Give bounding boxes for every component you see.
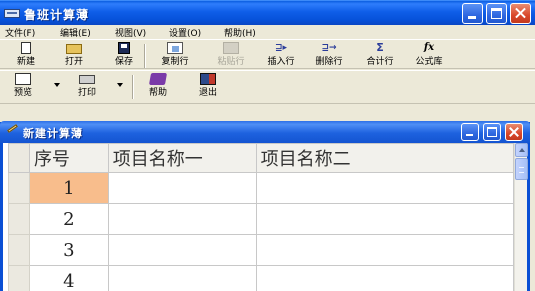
scroll-thumb[interactable] — [515, 158, 528, 180]
grid-cell[interactable] — [107, 203, 257, 235]
new-document-icon — [21, 42, 31, 54]
delete-row-icon: ⊒→ — [321, 43, 337, 53]
header-row: 序号 项目名称一 项目名称二 — [8, 143, 514, 173]
formula-library-label: 公式库 — [415, 57, 443, 67]
column-header[interactable]: 项目名称一 — [107, 143, 257, 173]
fx-icon: fx — [423, 42, 435, 53]
row-header[interactable] — [8, 172, 30, 204]
grid-cell[interactable] — [255, 203, 514, 235]
exit-label: 退出 — [198, 88, 217, 98]
menu-file[interactable]: 文件(F) — [5, 26, 35, 39]
menu-help[interactable]: 帮助(H) — [224, 26, 256, 39]
main-toolbar: 新建 打开 保存 复制行 粘贴行 ⊒▸ 插入行 ⊒→ 删除行 Σ 合计行 fx … — [0, 39, 535, 69]
exit-button[interactable]: 退出 — [189, 71, 227, 99]
menu-view[interactable]: 视图(V) — [115, 26, 146, 39]
serial-cell[interactable]: 1 — [28, 172, 109, 204]
save-floppy-icon — [118, 42, 130, 54]
print-dropdown-arrow[interactable] — [117, 83, 123, 87]
child-title-bar[interactable]: 新建计算薄 — [0, 121, 530, 143]
title-bar[interactable]: 鲁班计算薄 — [0, 0, 535, 25]
exit-door-icon — [200, 73, 216, 85]
print-label: 打印 — [77, 88, 96, 98]
close-button[interactable] — [510, 3, 531, 24]
serial-cell[interactable]: 3 — [28, 234, 109, 266]
maximize-icon — [491, 8, 502, 19]
table-row: 3 — [8, 234, 514, 266]
table-row: 2 — [8, 203, 514, 235]
window-title: 鲁班计算薄 — [24, 8, 90, 22]
new-button[interactable]: 新建 — [6, 40, 46, 68]
open-button[interactable]: 打开 — [54, 40, 94, 68]
paste-row-icon — [223, 42, 239, 54]
toolbar-separator — [144, 44, 146, 68]
table-row: 1 — [8, 172, 514, 204]
sigma-icon: Σ — [376, 41, 384, 54]
total-row-button[interactable]: Σ 合计行 — [357, 40, 403, 68]
column-header[interactable]: 序号 — [28, 143, 109, 173]
scroll-up-icon[interactable] — [515, 143, 528, 157]
serial-cell[interactable]: 2 — [28, 203, 109, 235]
vertical-scrollbar[interactable] — [514, 143, 528, 291]
delete-row-label: 删除行 — [315, 57, 343, 67]
copy-row-icon — [167, 42, 183, 54]
open-label: 打开 — [64, 57, 83, 67]
maximize-button[interactable] — [486, 3, 507, 24]
save-button[interactable]: 保存 — [104, 40, 144, 68]
insert-row-icon: ⊒▸ — [274, 43, 288, 53]
row-header[interactable] — [8, 265, 30, 291]
insert-row-label: 插入行 — [267, 57, 295, 67]
preview-label: 预览 — [13, 88, 32, 98]
grid-cell[interactable] — [107, 265, 257, 291]
print-button[interactable]: 打印 — [68, 71, 106, 99]
data-grid: 序号 项目名称一 项目名称二 1 2 3 4 — [8, 143, 514, 291]
delete-row-button[interactable]: ⊒→ 删除行 — [306, 40, 352, 68]
help-book-icon — [148, 73, 168, 85]
preview-dropdown-arrow[interactable] — [54, 83, 60, 87]
corner-cell[interactable] — [8, 143, 30, 173]
total-row-label: 合计行 — [366, 57, 394, 67]
child-close-button[interactable] — [505, 123, 523, 141]
help-label: 帮助 — [148, 88, 167, 98]
grid-cell[interactable] — [107, 234, 257, 266]
new-label: 新建 — [16, 57, 35, 67]
copy-row-label: 复制行 — [161, 57, 189, 67]
open-folder-icon — [66, 44, 82, 54]
toolbar-separator — [132, 75, 134, 99]
minimize-button[interactable] — [462, 3, 483, 24]
table-row: 4 — [8, 265, 514, 291]
menu-bar: 文件(F) 编辑(E) 视图(V) 设置(O) 帮助(H) — [0, 25, 535, 39]
child-window: 新建计算薄 序号 项目名称一 项目名称二 1 2 3 4 — [0, 121, 530, 291]
minimize-icon — [468, 16, 476, 19]
maximize-icon — [487, 127, 497, 137]
grid-cell[interactable] — [255, 234, 514, 266]
printer-icon — [79, 75, 95, 84]
close-icon — [511, 4, 530, 23]
row-header[interactable] — [8, 203, 30, 235]
app-icon — [4, 9, 20, 18]
grid-cell[interactable] — [107, 172, 257, 204]
help-button[interactable]: 帮助 — [139, 71, 177, 99]
preview-button[interactable]: 预览 — [4, 71, 42, 99]
grid-cell[interactable] — [255, 265, 514, 291]
row-header[interactable] — [8, 234, 30, 266]
serial-cell[interactable]: 4 — [28, 265, 109, 291]
copy-row-button[interactable]: 复制行 — [152, 40, 198, 68]
pencil-icon — [7, 124, 18, 133]
insert-row-button[interactable]: ⊒▸ 插入行 — [258, 40, 304, 68]
column-header[interactable]: 项目名称二 — [255, 143, 514, 173]
child-window-title: 新建计算薄 — [23, 127, 83, 140]
minimize-icon — [466, 134, 473, 136]
menu-edit[interactable]: 编辑(E) — [60, 26, 91, 39]
child-maximize-button[interactable] — [483, 123, 501, 141]
paste-row-button[interactable]: 粘贴行 — [208, 40, 254, 68]
close-icon — [506, 124, 522, 140]
save-label: 保存 — [114, 57, 133, 67]
formula-library-button[interactable]: fx 公式库 — [406, 40, 452, 68]
menu-settings[interactable]: 设置(O) — [169, 26, 201, 39]
child-minimize-button[interactable] — [461, 123, 479, 141]
paste-row-label: 粘贴行 — [217, 57, 245, 67]
grid-cell[interactable] — [255, 172, 514, 204]
print-preview-icon — [15, 73, 31, 85]
secondary-toolbar: 预览 打印 帮助 退出 — [0, 70, 535, 104]
